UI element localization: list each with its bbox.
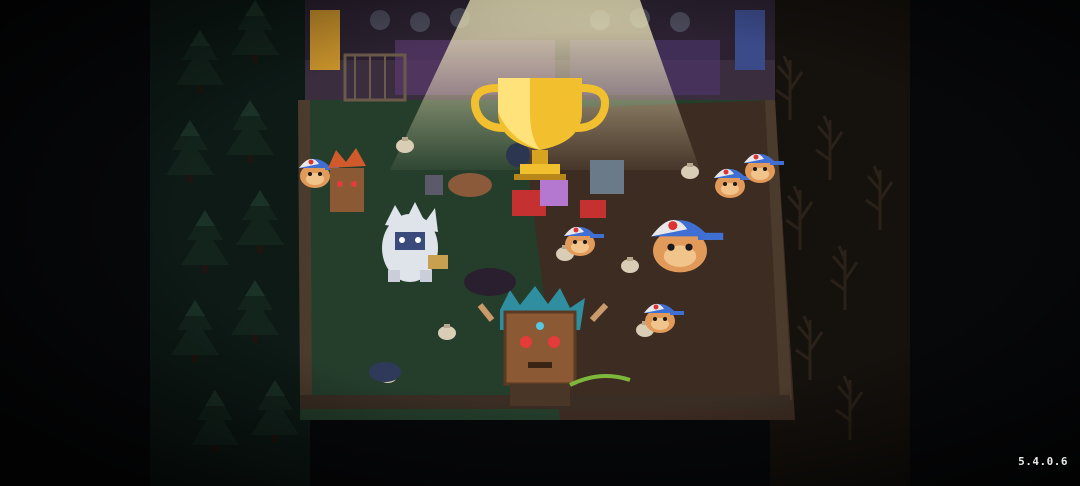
vignette-overlay [0, 0, 1080, 486]
version-label: 5.4.0.6 [1018, 455, 1068, 468]
game-scene [0, 0, 1080, 486]
